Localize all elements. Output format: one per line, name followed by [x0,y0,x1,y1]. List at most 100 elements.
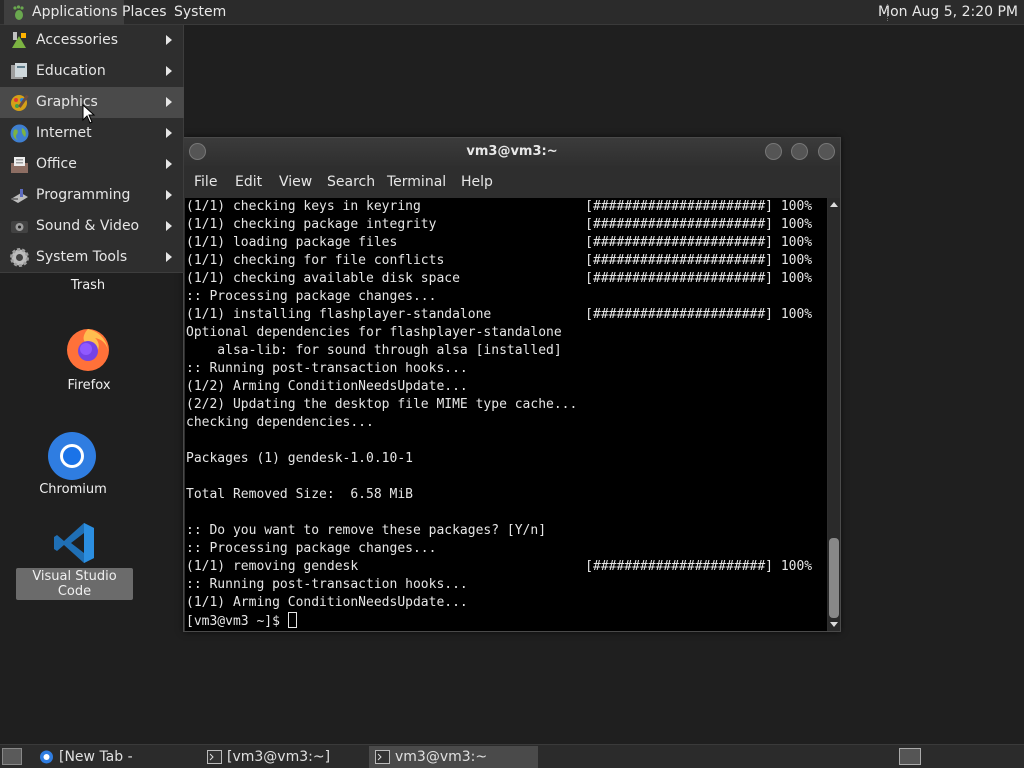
system-menu[interactable]: System [168,0,232,25]
task-label: vm3@vm3:~ [395,749,488,765]
desktop-icon-firefox-label[interactable]: Firefox [58,378,120,393]
sound-video-icon [11,221,28,233]
menu-edit[interactable]: Edit [235,174,262,190]
bottom-taskbar: [New Tab - Chromi... [vm3@vm3:~] vm3@vm3… [0,744,1024,768]
terminal-line: Total Removed Size: 6.58 MiB [186,487,413,502]
education-icon [11,63,27,79]
menu-item-programming[interactable]: Programming [0,180,184,211]
terminal-line: :: Running post-transaction hooks... [186,577,468,592]
submenu-arrow-icon [166,97,172,107]
terminal-line: (1/1) checking keys in keyring [########… [186,199,813,214]
internet-icon [10,124,29,143]
task-terminal-2[interactable]: vm3@vm3:~ [369,746,538,768]
terminal-line: :: Running post-transaction hooks... [186,361,468,376]
maximize-icon[interactable] [791,143,808,160]
terminal-window: vm3@vm3:~ File Edit View Search Terminal… [183,137,841,632]
terminal-line: alsa-lib: for sound through alsa [instal… [186,343,562,358]
prompt-text: [vm3@vm3 ~]$ [186,614,288,629]
terminal-line: :: Processing package changes... [186,541,437,556]
desktop-icon-trash-label[interactable]: Trash [62,278,114,293]
terminal-titlebar[interactable]: vm3@vm3:~ [184,138,840,166]
terminal-output[interactable]: (1/1) checking keys in keyring [########… [185,198,827,631]
task-chromium[interactable]: [New Tab - Chromi... [33,746,199,768]
workspace-switcher[interactable] [899,748,921,765]
task-label: [vm3@vm3:~] [227,749,331,765]
menu-item-sound-video[interactable]: Sound & Video [0,211,184,242]
terminal-icon [375,750,390,764]
applications-menu[interactable]: Applications [4,0,124,25]
applications-label: Applications [32,4,118,20]
terminal-line: (1/1) removing gendesk [################… [186,559,813,574]
scroll-thumb[interactable] [829,538,839,618]
menu-item-label: Office [36,156,77,172]
terminal-line: :: Do you want to remove these packages?… [186,523,547,538]
submenu-arrow-icon [166,190,172,200]
terminal-prompt[interactable]: [vm3@vm3 ~]$ [186,612,812,630]
terminal-line: :: Processing package changes... [186,289,437,304]
terminal-line: (1/1) installing flashplayer-standalone … [186,307,813,322]
menu-item-label: Internet [36,125,92,141]
terminal-icon [207,750,222,764]
clock[interactable]: Mon Aug 5, 2:20 PM [866,0,1024,25]
menu-file[interactable]: File [194,174,217,190]
mouse-pointer-icon [82,104,96,124]
menu-terminal[interactable]: Terminal [387,174,446,190]
terminal-line: (2/2) Updating the desktop file MIME typ… [186,397,578,412]
menu-item-label: Programming [36,187,131,203]
terminal-line: Optional dependencies for flashplayer-st… [186,325,562,340]
menu-help[interactable]: Help [461,174,493,190]
clock-label: Mon Aug 5, 2:20 PM [878,4,1018,20]
submenu-arrow-icon [166,252,172,262]
terminal-line: Packages (1) gendesk-1.0.10-1 [186,451,413,466]
top-panel: Applications Places System Mon Aug 5, 2:… [0,0,1024,25]
firefox-icon[interactable] [64,325,112,373]
close-icon[interactable] [818,143,835,160]
menu-item-education[interactable]: Education [0,56,184,87]
terminal-scrollbar[interactable] [828,198,840,631]
task-label: [New Tab - Chromi... [59,749,133,765]
programming-icon [11,189,28,203]
system-tools-icon [10,248,29,267]
menu-search[interactable]: Search [327,174,375,190]
submenu-arrow-icon [166,221,172,231]
show-desktop-icon[interactable] [2,748,22,765]
menu-view[interactable]: View [279,174,312,190]
vscode-icon[interactable] [52,521,96,565]
menu-item-system-tools[interactable]: System Tools [0,242,184,273]
places-menu[interactable]: Places [116,0,173,25]
terminal-line: (1/2) Arming ConditionNeedsUpdate... [186,379,468,394]
menu-item-label: Education [36,63,106,79]
terminal-title: vm3@vm3:~ [466,144,558,159]
terminal-line: (1/1) checking for file conflicts [#####… [186,253,813,268]
scroll-up-arrow-icon[interactable] [830,202,838,207]
system-label: System [174,4,227,20]
places-label: Places [122,4,167,20]
desktop-icon-chromium-label[interactable]: Chromium [36,482,110,497]
submenu-arrow-icon [166,159,172,169]
text-cursor [287,612,297,628]
applications-dropdown: Accessories Education Graphics Internet … [0,25,184,273]
minimize-icon[interactable] [765,143,782,160]
task-terminal-1[interactable]: [vm3@vm3:~] [201,746,367,768]
terminal-line: checking dependencies... [186,415,374,430]
menu-item-label: Sound & Video [36,218,140,234]
chromium-icon [40,750,53,764]
submenu-arrow-icon [166,66,172,76]
accessories-icon [12,32,26,48]
submenu-arrow-icon [166,35,172,45]
menu-item-office[interactable]: Office [0,149,184,180]
terminal-line: (1/1) loading package files [###########… [186,235,813,250]
menu-item-accessories[interactable]: Accessories [0,25,184,56]
menu-item-label: Accessories [36,32,119,48]
terminal-menubar: File Edit View Search Terminal Help [184,166,840,198]
desktop-icon-vscode-label[interactable]: Visual Studio Code [16,568,133,600]
terminal-line: (1/1) Arming ConditionNeedsUpdate... [186,595,468,610]
menu-item-label: System Tools [36,249,128,265]
scroll-down-arrow-icon[interactable] [830,622,838,627]
terminal-line: (1/1) checking available disk space [###… [186,271,813,286]
submenu-arrow-icon [166,128,172,138]
chromium-icon[interactable] [47,431,97,481]
